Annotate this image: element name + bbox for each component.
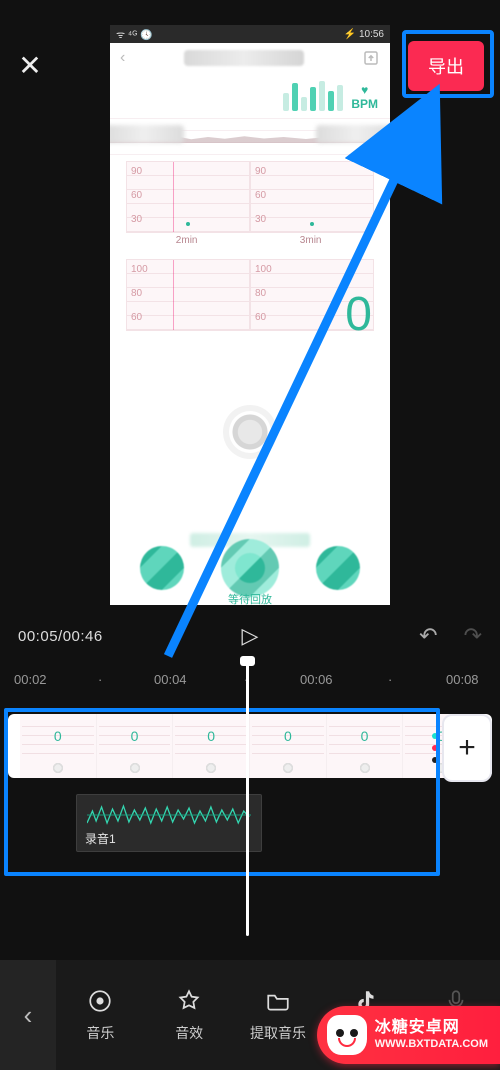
ruler-mark: 00:04	[154, 672, 187, 687]
preview-status-bar: ᯤ ⁴ᴳ 🕓 ⚡ 10:56	[110, 25, 390, 43]
tick: 80	[131, 288, 142, 299]
tick: 60	[255, 312, 266, 323]
playhead[interactable]	[246, 664, 249, 936]
add-clip-button[interactable]: +	[442, 714, 492, 782]
audio-clip-label: 录音1	[85, 830, 116, 847]
ruler-mark: 00:08	[446, 672, 479, 687]
preview-share-icon	[362, 49, 380, 67]
tool-label: 音效	[175, 1023, 203, 1043]
redo-button[interactable]: ↷	[464, 623, 482, 649]
play-button[interactable]: ▷	[242, 623, 259, 649]
preview-caption: 等待回放	[228, 591, 272, 605]
tick: 60	[131, 312, 142, 323]
star-icon	[175, 987, 203, 1015]
ruler-mark: 00:02	[14, 672, 47, 687]
thumb-value: 0	[54, 728, 62, 744]
tick: 80	[255, 288, 266, 299]
watermark-badge: 冰糖安卓网 WWW.BXTDATA.COM	[317, 1006, 500, 1064]
clip-handle-left[interactable]	[8, 714, 20, 778]
plus-icon: +	[458, 731, 476, 765]
video-thumb[interactable]: 0	[97, 714, 174, 778]
audio-waveform	[87, 803, 251, 827]
thumb-value: 0	[131, 728, 139, 744]
tick: 100	[131, 264, 148, 275]
thumb-value: 0	[207, 728, 215, 744]
bpm-text: BPM	[351, 97, 378, 111]
tool-music[interactable]: 音乐	[56, 987, 145, 1043]
tick: 30	[131, 214, 142, 225]
music-icon	[86, 987, 114, 1015]
record-indicator	[229, 411, 271, 453]
video-thumb[interactable]: 0	[20, 714, 97, 778]
video-thumb[interactable]: 0	[173, 714, 250, 778]
thumb-value: 0	[361, 728, 369, 744]
tool-label: 音乐	[86, 1023, 114, 1043]
time-readout: 00:05/00:46	[18, 628, 103, 645]
transition-icon	[432, 733, 438, 763]
tool-extract-music[interactable]: 提取音乐	[234, 987, 323, 1043]
bpm-bars	[283, 79, 343, 111]
mini-chart-1: 90 60 30 2min	[126, 161, 250, 233]
mini-chart-3: 100 80 60	[126, 259, 250, 331]
export-button[interactable]: 导出	[408, 41, 484, 91]
preview-button-right	[316, 546, 360, 590]
preview-title-blur	[184, 50, 304, 66]
ruler-mark: 00:06	[300, 672, 333, 687]
status-left: ᯤ ⁴ᴳ 🕓	[116, 27, 152, 41]
watermark-title: 冰糖安卓网	[375, 1020, 488, 1036]
tick: 90	[255, 166, 266, 177]
tick: 90	[131, 166, 142, 177]
ruler-dot: ·	[388, 672, 392, 687]
folder-icon	[264, 987, 292, 1015]
heart-icon: ♥	[361, 83, 368, 97]
timeline-ruler[interactable]: 00:02 · 00:04 · 00:06 · 00:08	[0, 664, 500, 694]
video-track[interactable]: 0 0 0 0 0 0	[8, 714, 492, 778]
preview-button-left	[140, 546, 184, 590]
big-metric-value: 0	[345, 287, 372, 342]
chart-label: 2min	[176, 235, 198, 246]
undo-button[interactable]: ↶	[419, 623, 437, 649]
chart-label: 3min	[300, 235, 322, 246]
bpm-label: ♥ BPM	[351, 83, 378, 111]
ruler-dot: ·	[98, 672, 102, 687]
toolbar-back-button[interactable]: ‹	[0, 960, 56, 1070]
video-thumb[interactable]: 0	[250, 714, 327, 778]
thumb-value: 0	[284, 728, 292, 744]
video-preview[interactable]: ᯤ ⁴ᴳ 🕓 ⚡ 10:56 ‹ ♥ BPM	[110, 25, 390, 605]
watermark-url: WWW.BXTDATA.COM	[375, 1039, 488, 1050]
mini-chart-2: 90 60 30 3min	[250, 161, 374, 233]
watermark-logo-icon	[327, 1015, 367, 1055]
tick: 60	[255, 190, 266, 201]
tick: 100	[255, 264, 272, 275]
preview-button-center	[221, 539, 279, 597]
audio-clip[interactable]: 录音1	[76, 794, 262, 852]
tick: 30	[255, 214, 266, 225]
preview-back-icon: ‹	[120, 49, 125, 67]
close-button[interactable]: ✕	[16, 52, 44, 80]
preview-waveform	[110, 115, 390, 155]
status-right: ⚡ 10:56	[344, 29, 384, 40]
tool-label: 提取音乐	[250, 1023, 306, 1043]
tick: 60	[131, 190, 142, 201]
tool-sfx[interactable]: 音效	[145, 987, 234, 1043]
video-thumb[interactable]: 0	[327, 714, 404, 778]
